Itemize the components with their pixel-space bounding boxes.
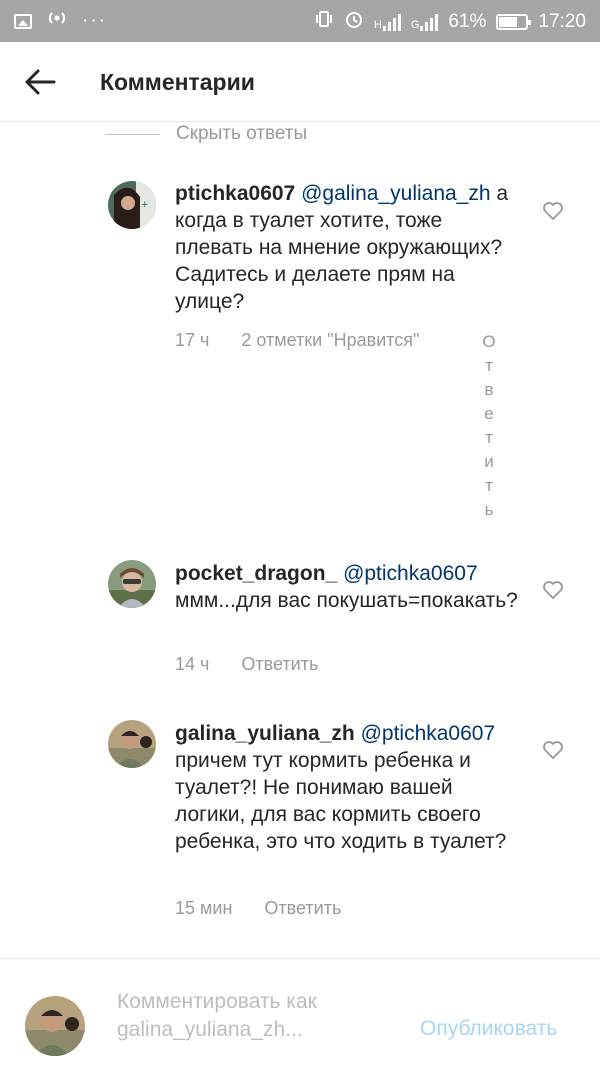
heart-icon xyxy=(543,202,563,220)
comment-mention[interactable]: @ptichka0607 xyxy=(343,562,478,585)
reply-button[interactable]: Ответить xyxy=(241,654,318,675)
current-user-avatar xyxy=(25,996,85,1056)
comment-text: ммм...для вас покушать=покакать? xyxy=(175,589,518,612)
divider xyxy=(105,133,160,135)
comment-composer: Комментировать как galina_yuliana_zh... … xyxy=(0,958,600,1065)
back-button[interactable] xyxy=(20,62,60,102)
reply-button[interactable]: Ответить xyxy=(482,330,496,522)
image-notification-icon xyxy=(14,13,32,29)
comment-username[interactable]: ptichka0607 xyxy=(175,182,295,205)
reply-button[interactable]: Ответить xyxy=(264,898,341,919)
comment-time: 15 мин xyxy=(175,898,233,918)
signal-1-icon: H xyxy=(374,13,401,31)
avatar[interactable] xyxy=(108,720,156,768)
hide-replies-label: Скрыть ответы xyxy=(176,123,308,144)
vibrate-icon xyxy=(314,9,334,35)
battery-percent: 61% xyxy=(448,11,487,32)
back-arrow-icon xyxy=(25,69,56,95)
heart-icon xyxy=(543,581,563,599)
avatar[interactable]: + xyxy=(108,181,156,229)
battery-icon xyxy=(496,14,532,30)
page-title: Комментарии xyxy=(100,69,255,95)
comment-username[interactable]: pocket_dragon_ xyxy=(175,562,337,585)
signal-2-icon: G xyxy=(411,13,439,31)
publish-button[interactable]: Опубликовать xyxy=(420,1017,557,1041)
like-button[interactable] xyxy=(542,201,564,221)
likes-count[interactable]: 2 отметки "Нравится" xyxy=(241,330,419,351)
comment-input[interactable]: Комментировать как galina_yuliana_zh... xyxy=(117,988,407,1044)
comment-username[interactable]: galina_yuliana_zh xyxy=(175,722,355,745)
comment-text: причем тут кормить ребенка и туалет?! Не… xyxy=(175,749,507,853)
comment-time: 14 ч xyxy=(175,654,210,674)
comment-time: 17 ч xyxy=(175,330,210,350)
avatar[interactable] xyxy=(108,560,156,608)
alarm-icon xyxy=(344,9,364,35)
status-bar: ··· H G 61% 17:20 xyxy=(0,0,600,42)
like-button[interactable] xyxy=(542,740,564,760)
comment-mention[interactable]: @ptichka0607 xyxy=(361,722,496,745)
heart-icon xyxy=(543,741,563,759)
header: Комментарии xyxy=(0,42,600,122)
broadcast-icon xyxy=(46,9,68,33)
comment-mention[interactable]: @galina_yuliana_zh xyxy=(301,182,490,205)
hide-replies-button[interactable]: Скрыть ответы xyxy=(105,123,307,145)
clock: 17:20 xyxy=(538,11,586,32)
svg-text:+: + xyxy=(141,200,149,210)
more-notifications-icon: ··· xyxy=(82,10,107,31)
like-button[interactable] xyxy=(542,580,564,600)
